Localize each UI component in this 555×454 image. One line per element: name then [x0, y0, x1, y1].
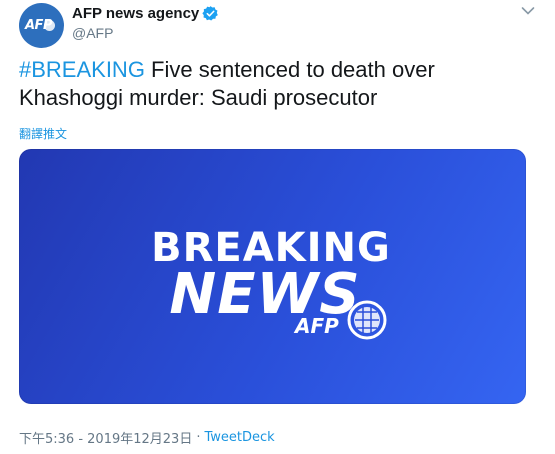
globe-icon: [347, 300, 387, 340]
tweet-meta: 下午5:36 - 2019年12月23日 · TweetDeck: [19, 428, 275, 447]
chevron-down-icon[interactable]: [521, 6, 535, 16]
breaking-news-graphic: BREAKING NEWS AFP: [151, 225, 390, 340]
tweet-card: AFP AFP news agency @AFP #BREAKING Five …: [0, 0, 555, 454]
handle[interactable]: @AFP: [72, 25, 219, 41]
avatar[interactable]: AFP: [19, 3, 64, 48]
name-row: AFP news agency: [72, 4, 219, 22]
media-image[interactable]: BREAKING NEWS AFP: [19, 149, 526, 404]
hashtag-link[interactable]: #BREAKING: [19, 57, 145, 82]
source-link[interactable]: TweetDeck: [204, 430, 274, 445]
separator: ·: [196, 430, 201, 445]
media-logo-text: AFP: [293, 314, 339, 338]
verified-badge-icon: [202, 5, 219, 21]
author-block: AFP news agency @AFP: [72, 4, 219, 41]
timestamp[interactable]: 下午5:36 - 2019年12月23日: [19, 428, 192, 447]
tweet-text: #BREAKING Five sentenced to death over K…: [19, 56, 539, 112]
translate-tweet-link[interactable]: 翻譯推文: [19, 125, 67, 142]
globe-icon: [44, 20, 55, 31]
display-name[interactable]: AFP news agency: [72, 5, 199, 22]
